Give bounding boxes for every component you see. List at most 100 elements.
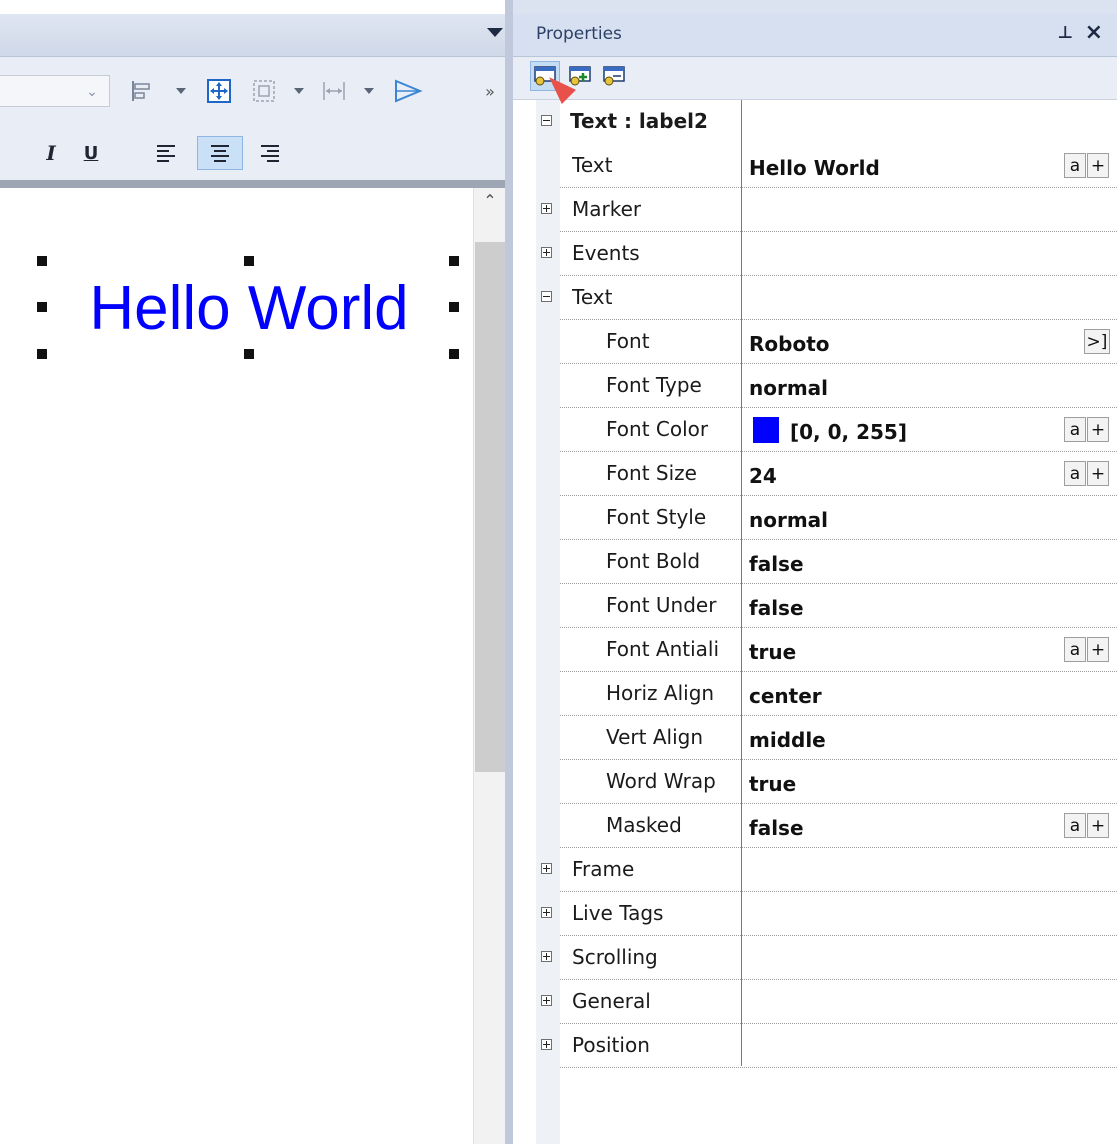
font-combo-box[interactable]: ⌄ — [0, 75, 110, 107]
add-plus-button[interactable]: + — [1087, 417, 1109, 442]
property-row-masked[interactable]: Masked false a + — [536, 804, 1117, 848]
property-row-font-underline[interactable]: Font Under false — [536, 584, 1117, 628]
close-icon[interactable]: × — [1085, 20, 1103, 45]
chevron-down-icon[interactable] — [176, 88, 186, 94]
chevron-down-icon[interactable] — [364, 88, 374, 94]
fit-to-grid-icon[interactable] — [202, 76, 236, 106]
property-row-font-antialias[interactable]: Font Antiali true a + — [536, 628, 1117, 672]
label2-text[interactable]: Hello World — [42, 262, 456, 354]
property-value[interactable]: false — [749, 552, 804, 576]
chevron-down-icon[interactable]: ⌄ — [79, 85, 105, 99]
underline-button[interactable]: U — [76, 136, 106, 170]
expand-icon[interactable] — [541, 203, 552, 214]
resize-handle-se[interactable] — [449, 349, 459, 359]
group-row-scrolling[interactable]: Scrolling — [536, 936, 1117, 980]
pane-splitter[interactable] — [505, 0, 513, 1144]
property-row-vert-align[interactable]: Vert Align middle — [536, 716, 1117, 760]
collapse-icon[interactable] — [541, 291, 552, 302]
collapse-icon[interactable] — [541, 115, 552, 126]
align-left-button[interactable] — [148, 136, 184, 170]
play-preview-icon[interactable] — [388, 76, 428, 106]
animate-a-button[interactable]: a — [1064, 461, 1086, 486]
expand-icon[interactable] — [541, 951, 552, 962]
property-row-horiz-align[interactable]: Horiz Align center — [536, 672, 1117, 716]
property-value[interactable]: middle — [749, 728, 826, 752]
property-value[interactable]: false — [749, 816, 804, 840]
chevron-down-icon[interactable] — [294, 88, 304, 94]
animate-a-button[interactable]: a — [1064, 153, 1086, 178]
group-row-text[interactable]: Text — [536, 276, 1117, 320]
scrollbar-thumb[interactable] — [475, 242, 505, 772]
italic-button[interactable]: I — [36, 136, 66, 170]
add-plus-button[interactable]: + — [1087, 637, 1109, 662]
expand-icon[interactable] — [541, 247, 552, 258]
category-row-text-label2[interactable]: Text : label2 — [536, 100, 1117, 144]
add-plus-button[interactable]: + — [1087, 461, 1109, 486]
font-picker-button[interactable]: >] — [1084, 329, 1110, 354]
property-value[interactable]: center — [749, 684, 822, 708]
group-name: Scrolling — [572, 945, 658, 969]
resize-handle-sw[interactable] — [37, 349, 47, 359]
expand-icon[interactable] — [541, 863, 552, 874]
animate-a-button[interactable]: a — [1064, 417, 1086, 442]
pin-icon[interactable]: ⊥ — [1057, 23, 1073, 43]
property-row-font[interactable]: Font Roboto >] — [536, 320, 1117, 364]
property-row-font-bold[interactable]: Font Bold false — [536, 540, 1117, 584]
group-row-marker[interactable]: Marker — [536, 188, 1117, 232]
expand-icon[interactable] — [541, 995, 552, 1006]
vertical-scrollbar[interactable]: ⌃ — [473, 188, 506, 1144]
property-value[interactable]: false — [749, 596, 804, 620]
group-row-live-tags[interactable]: Live Tags — [536, 892, 1117, 936]
resize-handle-nw[interactable] — [37, 256, 47, 266]
property-value[interactable]: true — [749, 640, 796, 664]
property-value[interactable]: [0, 0, 255] — [790, 420, 907, 444]
animate-a-button[interactable]: a — [1064, 637, 1086, 662]
tab-dropdown-icon[interactable] — [487, 28, 503, 37]
property-name: Font Color — [606, 417, 709, 441]
animate-a-button[interactable]: a — [1064, 813, 1086, 838]
space-horizontal-icon[interactable] — [316, 76, 352, 106]
resize-handle-ne[interactable] — [449, 256, 459, 266]
label2-widget[interactable]: Hello World — [42, 262, 456, 354]
property-name: Font Bold — [606, 549, 701, 573]
resize-handle-n[interactable] — [244, 256, 254, 266]
property-row-word-wrap[interactable]: Word Wrap true — [536, 760, 1117, 804]
add-plus-button[interactable]: + — [1087, 813, 1109, 838]
property-row-text[interactable]: Text Hello World a + — [536, 144, 1117, 188]
property-row-font-color[interactable]: Font Color [0, 0, 255] a + — [536, 408, 1117, 452]
toolbar-overflow-icon[interactable]: » — [478, 76, 502, 106]
view-mode-c-button[interactable] — [599, 61, 629, 91]
expand-icon[interactable] — [541, 1039, 552, 1050]
group-row-events[interactable]: Events — [536, 232, 1117, 276]
property-value[interactable]: normal — [749, 508, 828, 532]
color-swatch[interactable] — [753, 417, 779, 443]
group-icon[interactable] — [246, 76, 282, 106]
resize-handle-e[interactable] — [449, 302, 459, 312]
property-row-font-style[interactable]: Font Style normal — [536, 496, 1117, 540]
property-row-font-size[interactable]: Font Size 24 a + — [536, 452, 1117, 496]
group-name: Frame — [572, 857, 635, 881]
properties-header: Properties ⊥ × — [513, 14, 1117, 57]
scroll-up-icon[interactable]: ⌃ — [481, 188, 499, 214]
expand-icon[interactable] — [541, 907, 552, 918]
property-name: Font Size — [606, 461, 697, 485]
resize-handle-s[interactable] — [244, 349, 254, 359]
property-value[interactable]: normal — [749, 376, 828, 400]
group-row-general[interactable]: General — [536, 980, 1117, 1024]
align-right-button[interactable] — [252, 136, 288, 170]
align-left-edges-icon[interactable] — [124, 76, 160, 106]
property-name: Font Type — [606, 373, 702, 397]
property-value[interactable]: Roboto — [749, 332, 830, 356]
resize-handle-w[interactable] — [37, 302, 47, 312]
align-center-button[interactable] — [197, 136, 243, 170]
group-row-frame[interactable]: Frame — [536, 848, 1117, 892]
add-plus-button[interactable]: + — [1087, 153, 1109, 178]
group-row-position[interactable]: Position — [536, 1024, 1117, 1068]
group-name: Text — [572, 285, 613, 309]
events-view-icon — [603, 66, 625, 86]
property-name: Font Under — [606, 593, 717, 617]
property-row-font-type[interactable]: Font Type normal — [536, 364, 1117, 408]
property-value[interactable]: true — [749, 772, 796, 796]
property-value[interactable]: 24 — [749, 464, 777, 488]
property-value[interactable]: Hello World — [749, 156, 880, 180]
